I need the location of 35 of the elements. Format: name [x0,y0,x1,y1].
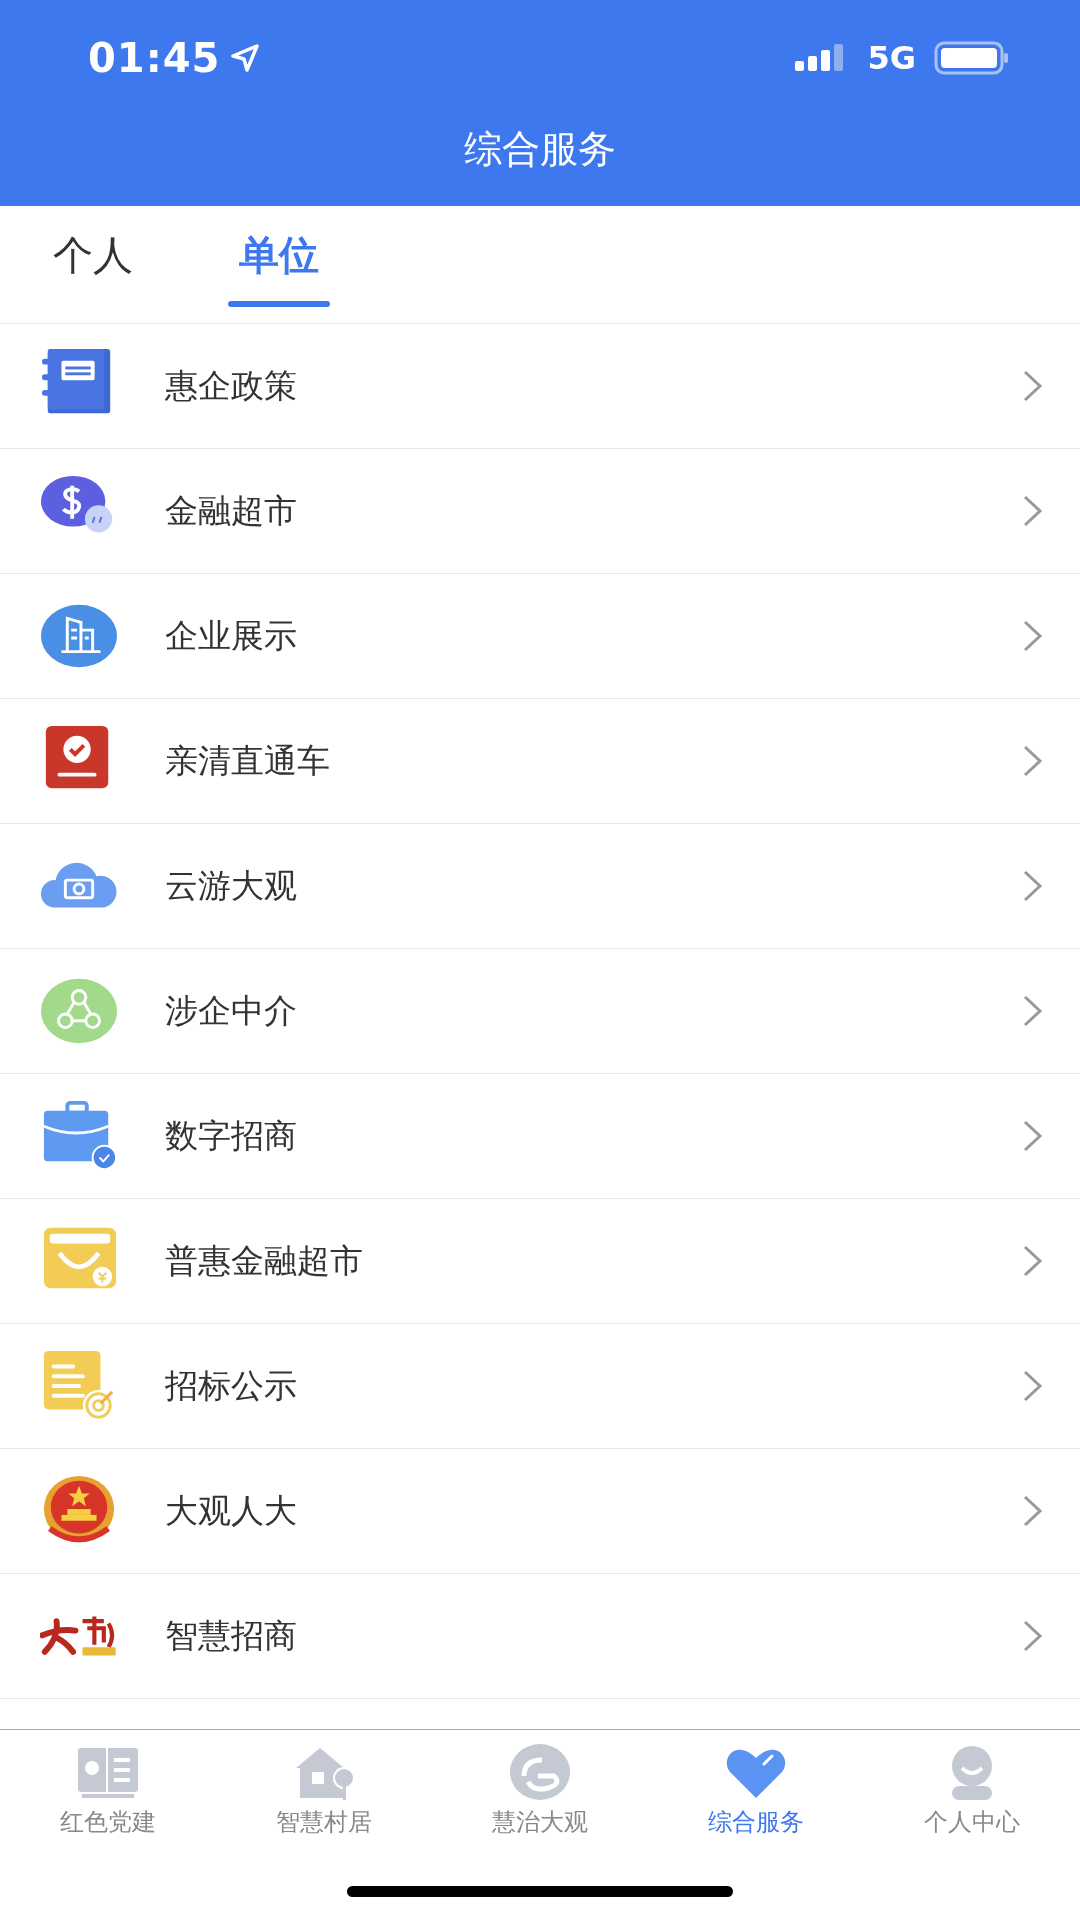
chevron-right-icon [1022,369,1044,403]
chevron-right-icon [1022,1119,1044,1153]
menu-item-label[interactable]: 企业展示 [165,613,1022,659]
menu-item-label[interactable]: 大观人大 [165,1488,1022,1534]
tab[interactable]: 单位 [228,206,330,323]
menu-item-label[interactable]: 云游大观 [165,863,1022,909]
menu-item-label[interactable]: 招标公示 [165,1363,1022,1409]
menu-item-label[interactable]: 金融超市 [165,488,1022,534]
chevron-right-icon [1022,1619,1044,1653]
chevron-right-icon [1022,494,1044,528]
chevron-right-icon [1022,744,1044,778]
nav-tab[interactable]: 慧治大观 [432,1730,648,1850]
chevron-right-icon [1022,869,1044,903]
chevron-right-icon [1022,1369,1044,1403]
chevron-right-icon [1022,1244,1044,1278]
menu-item-label[interactable]: 普惠金融超市 [165,1238,1022,1284]
chevron-right-icon [1022,994,1044,1028]
menu-item-label[interactable]: 数字招商 [165,1113,1022,1159]
menu-item-label[interactable]: 亲清直通车 [165,738,1022,784]
chevron-right-icon [1022,619,1044,653]
menu-item-label[interactable]: 惠企政策 [165,363,1022,409]
battery-icon [934,41,1010,75]
swirl-logo-icon [508,1742,572,1802]
location-arrow-icon [230,43,261,73]
nav-tab[interactable]: 智慧村居 [216,1730,432,1850]
network-label: 5G [867,39,916,77]
nav-tab[interactable]: 综合服务 [648,1730,864,1850]
nav-tab[interactable]: 个人中心 [864,1730,1080,1850]
menu-item-label[interactable]: 智慧招商 [165,1613,1022,1659]
status-time: 01:45 [88,35,221,81]
tab[interactable]: 个人 [42,206,144,323]
nav-tab[interactable]: 红色党建 [0,1730,216,1850]
chevron-right-icon [1022,1494,1044,1528]
menu-item-label[interactable]: 涉企中介 [165,988,1022,1034]
page-title: 综合服务 [464,126,616,173]
